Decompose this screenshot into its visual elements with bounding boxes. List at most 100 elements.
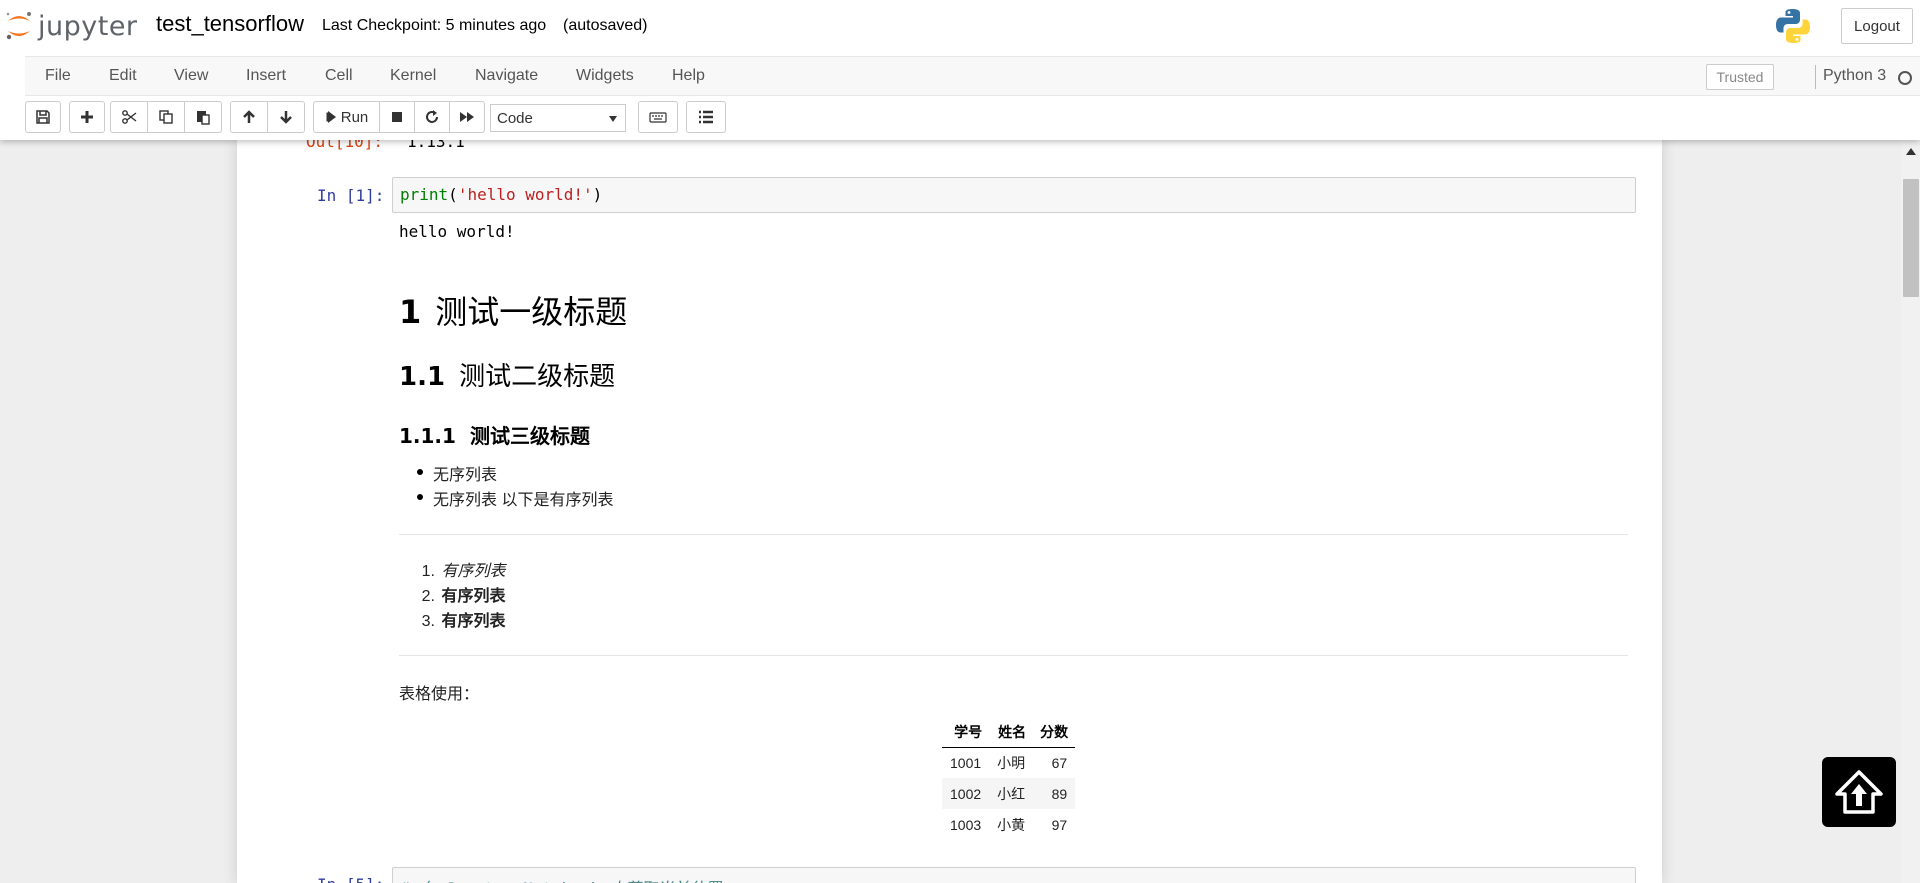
table-header: 学号 (942, 717, 990, 748)
paste-button[interactable] (184, 101, 222, 133)
ordered-list-number: 2. (421, 588, 435, 605)
table-row: 1002 小红 89 (942, 778, 1076, 809)
scroll-up-icon[interactable] (1906, 148, 1916, 155)
go-to-top-button[interactable] (1822, 757, 1896, 827)
chevron-down-icon (609, 116, 617, 122)
menu-file[interactable]: File (45, 67, 71, 85)
code-builtin: print (400, 185, 449, 204)
heading-3: 1.1.1 测试三级标题 (399, 420, 590, 449)
ordered-list-text: 有序列表 (441, 563, 506, 580)
jupyter-logo-icon (6, 12, 31, 40)
heading-3-number: 1.1.1 (399, 424, 456, 448)
ordered-list-item: 2. 有序列表 (415, 582, 506, 606)
menu-insert[interactable]: Insert (246, 67, 286, 85)
kernel-divider (1815, 65, 1816, 89)
divider (399, 655, 1628, 656)
command-palette-button[interactable] (638, 101, 678, 133)
top-bar: jupyter test_tensorflow Last Checkpoint:… (0, 0, 1920, 54)
score-table: 学号 姓名 分数 1001 小明 67 1002 小红 89 1003 小黄 9… (942, 717, 1076, 840)
insert-cell-button[interactable] (69, 101, 105, 133)
code-input-area[interactable]: # 在 Jupyter Notebook 中获取当前位置 (392, 867, 1636, 883)
code-output: hello world! (399, 222, 515, 241)
table-cell: 1002 (942, 778, 990, 809)
save-icon (36, 110, 50, 124)
copy-button[interactable] (147, 101, 185, 133)
code-paren-close: ) (592, 185, 603, 204)
menu-view[interactable]: View (174, 67, 208, 85)
trusted-indicator[interactable]: Trusted (1706, 64, 1774, 90)
table-header: 姓名 (989, 717, 1034, 748)
prev-output-text: 1.13.1 (407, 140, 465, 151)
table-header: 分数 (1033, 717, 1076, 748)
menu-edit[interactable]: Edit (109, 67, 137, 85)
code-paren-open: ( (448, 185, 458, 204)
ordered-list-text: 有序列表 (441, 588, 506, 605)
cut-button[interactable] (110, 101, 148, 133)
cell-type-value: Code (497, 109, 533, 127)
run-button[interactable]: Run (313, 101, 380, 133)
table-cell: 89 (1033, 778, 1076, 809)
in-prompt: In [1]: (317, 186, 385, 205)
unordered-list-item: 无序列表 (416, 461, 497, 485)
ordered-list-number: 3. (421, 613, 435, 630)
menu-cell[interactable]: Cell (325, 67, 353, 85)
keyboard-icon (649, 112, 667, 123)
heading-1-number: 1 (399, 293, 422, 331)
menubar: File Edit View Insert Cell Kernel Naviga… (25, 56, 1920, 96)
kernel-name[interactable]: Python 3 (1823, 67, 1886, 85)
menu-kernel[interactable]: Kernel (390, 67, 436, 85)
restart-button[interactable] (414, 101, 450, 133)
heading-2-number: 1.1 (399, 362, 446, 392)
menu-help[interactable]: Help (672, 67, 705, 85)
menu-navigate[interactable]: Navigate (475, 67, 538, 85)
ordered-list-number: 1. (421, 563, 435, 580)
scrollbar-thumb[interactable] (1903, 179, 1919, 297)
checkpoint-status: Last Checkpoint: 5 minutes ago (322, 17, 547, 34)
code-line: print('hello world!') (400, 185, 602, 204)
save-button[interactable] (25, 101, 61, 133)
code-input-area[interactable]: print('hello world!') (392, 177, 1636, 213)
logout-button[interactable]: Logout (1841, 8, 1913, 44)
header: jupyter test_tensorflow Last Checkpoint:… (0, 0, 1920, 140)
move-down-button[interactable] (267, 101, 305, 133)
fast-forward-icon (460, 112, 474, 122)
move-up-button[interactable] (230, 101, 268, 133)
ordered-list-text: 有序列表 (441, 613, 506, 630)
ordered-list-item: 3. 有序列表 (415, 607, 506, 631)
interrupt-button[interactable] (379, 101, 415, 133)
stop-icon (392, 112, 402, 122)
table-cell: 小红 (989, 778, 1034, 809)
restart-icon (426, 110, 438, 123)
divider (399, 534, 1628, 535)
arrow-down-icon (280, 111, 292, 124)
table-cell: 1001 (950, 754, 982, 771)
table-cell: 97 (1051, 816, 1068, 833)
arrow-up-icon (243, 110, 255, 123)
jupyter-logo[interactable]: jupyter (4, 8, 138, 44)
in-prompt: In [5]: (317, 875, 384, 883)
heading-2: 1.1 测试二级标题 (399, 356, 615, 393)
table-header-row: 学号 姓名 分数 (942, 717, 1076, 748)
list-icon (699, 110, 713, 124)
unordered-list-item: 无序列表 以下是有序列表 (416, 486, 613, 510)
notebook-container: Out[10]: 1.13.1 In [1]: print('hello wor… (237, 140, 1662, 883)
autosave-status: (autosaved) (563, 17, 648, 34)
heading-3-text: 测试三级标题 (469, 424, 590, 448)
heading-1: 1 测试一级标题 (399, 287, 627, 333)
ordered-list-item: 1. 有序列表 (415, 557, 506, 581)
notebook-title[interactable]: test_tensorflow (156, 11, 304, 37)
menu-widgets[interactable]: Widgets (576, 67, 634, 85)
cell-type-select[interactable]: Code (490, 104, 626, 132)
plus-icon (81, 111, 93, 123)
code-comment: # 在 Jupyter Notebook 中获取当前位置 (400, 875, 721, 883)
page-scrollbar[interactable] (1901, 140, 1920, 883)
restart-run-all-button[interactable] (449, 101, 485, 133)
table-row: 1003 小黄 97 (942, 809, 1075, 840)
table-row: 1001 小明 67 (942, 747, 1075, 778)
run-icon (326, 111, 336, 123)
logo-text: jupyter (38, 10, 138, 42)
out-prompt: Out[10]: (306, 140, 384, 151)
heading-2-text: 测试二级标题 (459, 362, 616, 392)
table-cell: 小黄 (997, 816, 1026, 833)
toc-button[interactable] (686, 101, 726, 133)
